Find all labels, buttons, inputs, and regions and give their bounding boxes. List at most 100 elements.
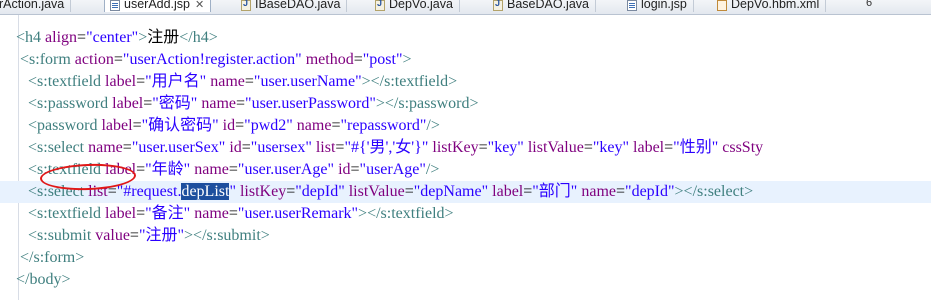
code-line[interactable]: <password label="确认密码" id="pwd2" name="r… <box>0 115 931 137</box>
code-token: = <box>136 73 146 90</box>
code-token: "user.userAge" <box>237 161 335 178</box>
code-token: <password <box>28 117 102 134</box>
code-token: = <box>235 117 245 134</box>
tab-useradd-jsp[interactable]: userAdd.jsp ✕ <box>104 0 212 12</box>
code-line[interactable]: <s:textfield label="备注" name="user.userR… <box>0 203 931 225</box>
code-token: </body> <box>16 271 71 288</box>
code-token: "userAge" <box>359 161 426 178</box>
code-line-current[interactable]: <s:select list="#request.depList" listKe… <box>0 181 931 203</box>
code-line[interactable]: <h4 align="center">注册</h4> <box>0 27 931 49</box>
code-token: name <box>194 161 229 178</box>
code-token: id <box>222 117 236 134</box>
selected-text: depList <box>181 183 230 200</box>
code-token: name <box>201 95 236 112</box>
code-token: value <box>95 227 130 244</box>
code-token: = <box>523 183 533 200</box>
code-token: name <box>581 183 616 200</box>
code-line[interactable]: </body> <box>0 269 931 291</box>
code-token: = <box>228 161 238 178</box>
code-token: = <box>353 51 363 68</box>
code-line[interactable]: <s:password label="密码" name="user.userPa… <box>0 93 931 115</box>
code-token: method <box>305 51 354 68</box>
code-token: <s:textfield <box>28 161 106 178</box>
code-token: "user.userRemark" <box>237 205 359 222</box>
tab-label: IBaseDAO.java <box>255 0 341 11</box>
code-token: > <box>138 29 148 46</box>
tab-ibasedao-java[interactable]: IBaseDAO.java <box>236 0 348 12</box>
code-token: = <box>143 95 153 112</box>
tab-label: userAdd.jsp <box>124 0 191 11</box>
code-token: label <box>492 183 524 200</box>
code-token: label <box>101 117 133 134</box>
code-line[interactable]: <s:textfield label="年龄" name="user.userA… <box>0 159 931 181</box>
code-token: name <box>296 117 332 134</box>
code-token: = <box>129 227 139 244</box>
code-token: "depId" <box>295 183 345 200</box>
code-token: = <box>286 183 296 200</box>
code-editor[interactable]: <h4 align="center">注册</h4> <s:form actio… <box>0 15 931 300</box>
code-token: "center" <box>86 29 139 46</box>
java-file-icon <box>241 0 251 11</box>
code-token: <s:form <box>20 51 75 68</box>
code-token: "性别" <box>673 139 719 156</box>
code-token: = <box>241 139 251 156</box>
code-token: "depName" <box>413 183 489 200</box>
code-token: "key" <box>487 139 524 156</box>
code-line[interactable]: </s:form> <box>0 247 931 269</box>
code-token: = <box>350 161 360 178</box>
xml-file-icon <box>717 0 727 11</box>
code-token: = <box>478 139 488 156</box>
code-token: /> <box>426 117 440 134</box>
code-token: = <box>664 139 674 156</box>
code-line[interactable]: <s:form action="userAction!register.acti… <box>0 49 931 71</box>
code-token: = <box>122 139 132 156</box>
code-token: label <box>112 95 144 112</box>
code-token: <s:select <box>28 183 89 200</box>
code-token: <s:select <box>28 139 89 156</box>
code-token: = <box>136 205 146 222</box>
tab-depvo-java[interactable]: DepVo.java <box>370 0 460 12</box>
code-token: listValue <box>527 139 584 156</box>
java-file-icon <box>493 0 503 11</box>
code-token: "repassword" <box>340 117 427 134</box>
tab-depvo-hbm-xml[interactable]: DepVo.hbm.xml <box>712 0 827 12</box>
code-token: align <box>45 29 78 46</box>
code-token: "#{'男','女'}" <box>344 139 429 156</box>
code-line[interactable]: <s:select name="user.userSex" id="userse… <box>0 137 931 159</box>
code-token: list <box>315 139 336 156</box>
code-token: "post" <box>362 51 403 68</box>
tab-eraction-java[interactable]: erAction.java <box>0 0 72 12</box>
code-token: </s:form> <box>20 249 85 266</box>
code-token: "user.userPassword" <box>245 95 376 112</box>
jsp-file-icon <box>627 0 637 11</box>
code-token: = <box>77 29 87 46</box>
code-token: = <box>107 183 117 200</box>
code-token: = <box>244 73 254 90</box>
code-token: label <box>105 161 137 178</box>
code-token: label <box>105 205 137 222</box>
code-token: = <box>228 205 238 222</box>
code-token: = <box>583 139 593 156</box>
code-line[interactable]: <s:submit value="注册"></s:submit> <box>0 225 931 247</box>
code-token: "usersex" <box>250 139 312 156</box>
code-token: id <box>229 139 242 156</box>
java-file-icon <box>375 0 385 11</box>
code-token: <s:password <box>28 95 113 112</box>
code-token: <s:textfield <box>28 205 106 222</box>
code-line[interactable]: <s:textfield label="用户名" name="user.user… <box>0 71 931 93</box>
tab-label: erAction.java <box>0 0 65 11</box>
code-token: "depId" <box>625 183 675 200</box>
tab-basedao-java[interactable]: BaseDAO.java <box>488 0 596 12</box>
close-icon[interactable]: ✕ <box>195 0 204 11</box>
tab-overflow-count[interactable]: 6 <box>866 0 872 9</box>
code-token: name <box>194 205 229 222</box>
code-token: = <box>132 117 142 134</box>
tab-login-jsp[interactable]: login.jsp <box>622 0 694 12</box>
